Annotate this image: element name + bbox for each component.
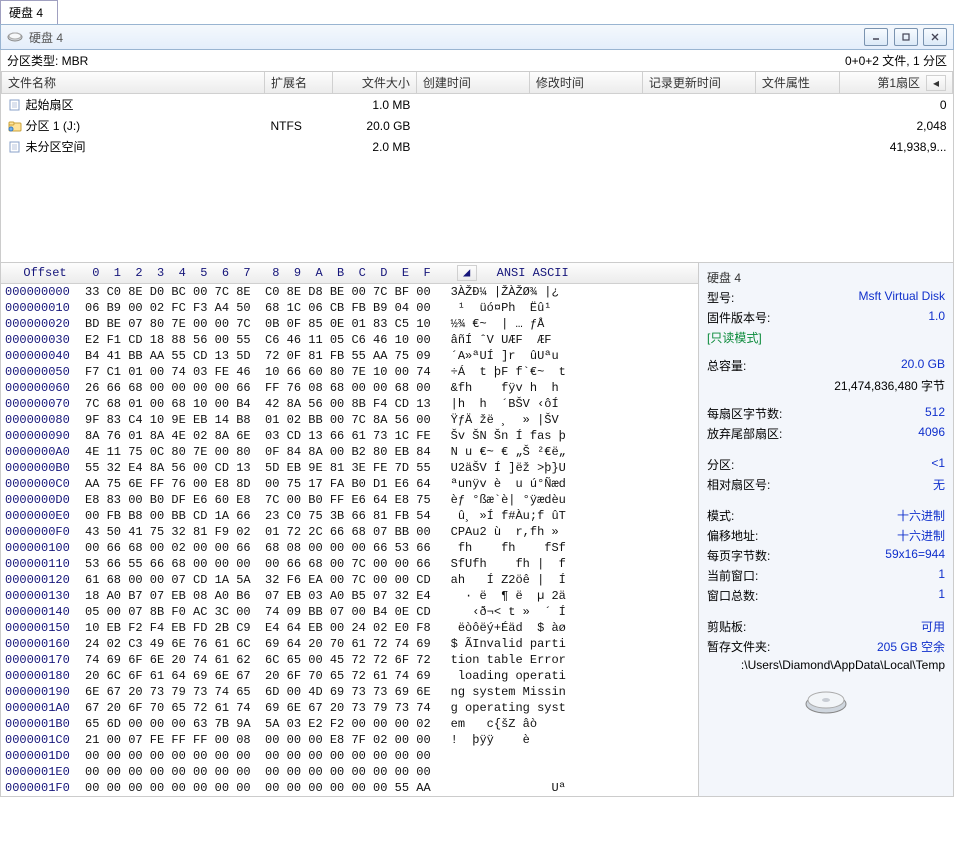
mode-label: 模式: — [707, 507, 734, 524]
col-modified[interactable]: 修改时间 — [529, 72, 642, 94]
relative-sector-value: 无 — [933, 476, 945, 493]
hex-row[interactable]: 0000000A04E 11 75 0C 80 7E 00 80 0F 84 8… — [1, 444, 698, 460]
hex-row[interactable]: 0000001F000 00 00 00 00 00 00 00 00 00 0… — [1, 780, 698, 796]
tail-sectors-label: 放弃尾部扇区: — [707, 425, 782, 442]
table-row[interactable]: 未分区空间2.0 MB41,938,9... — [2, 136, 953, 157]
hex-row[interactable]: 0000000E000 FB B8 00 BB CD 1A 66 23 C0 7… — [1, 508, 698, 524]
hex-row[interactable]: 000000030E2 F1 CD 18 88 56 00 55 C6 46 1… — [1, 332, 698, 348]
tail-sectors-value: 4096 — [918, 425, 945, 442]
offset-addr-label: 偏移地址: — [707, 527, 758, 544]
file-count-label: 0+0+2 文件, 1 分区 — [845, 52, 947, 69]
hex-row[interactable]: 0000000707C 68 01 00 68 10 00 B4 42 8A 5… — [1, 396, 698, 412]
hex-row[interactable]: 00000000033 C0 8E D0 BC 00 7C 8E C0 8E D… — [1, 284, 698, 300]
hex-row[interactable]: 000000020BD BE 07 80 7E 00 00 7C 0B 0F 8… — [1, 316, 698, 332]
hex-row[interactable]: 00000014005 00 07 8B F0 AC 3C 00 74 09 B… — [1, 604, 698, 620]
temp-folder-path: :\Users\Diamond\AppData\Local\Temp — [707, 658, 945, 672]
current-window-label: 当前窗口: — [707, 567, 758, 584]
panel-header: 硬盘 4 — [0, 24, 954, 50]
relative-sector-label: 相对扇区号: — [707, 476, 770, 493]
details-title: 硬盘 4 — [707, 269, 945, 286]
capacity-bytes: 21,474,836,480 字节 — [707, 377, 945, 394]
hex-row[interactable]: 00000010000 66 68 00 02 00 00 66 68 08 0… — [1, 540, 698, 556]
hex-row[interactable]: 00000012061 68 00 00 07 CD 1A 5A 32 F6 E… — [1, 572, 698, 588]
hex-row[interactable]: 0000001A067 20 6F 70 65 72 61 74 69 6E 6… — [1, 700, 698, 716]
minimize-button[interactable] — [864, 28, 888, 46]
hex-row[interactable]: 0000000B055 32 E4 8A 56 00 CD 13 5D EB 9… — [1, 460, 698, 476]
hex-row[interactable]: 0000001B065 6D 00 00 00 63 7B 9A 5A 03 E… — [1, 716, 698, 732]
close-button[interactable] — [923, 28, 947, 46]
hex-row[interactable]: 00000018020 6C 6F 61 64 69 6E 67 20 6F 7… — [1, 668, 698, 684]
partition-label: 分区: — [707, 456, 734, 473]
partition-icon — [8, 120, 22, 132]
total-windows-label: 窗口总数: — [707, 587, 758, 604]
bytes-per-sector-label: 每扇区字节数: — [707, 405, 782, 422]
firmware-label: 固件版本号: — [707, 309, 770, 326]
offset-addr-value: 十六进制 — [897, 527, 945, 544]
sector-icon — [8, 99, 22, 111]
drive-large-icon — [707, 686, 945, 716]
model-label: 型号: — [707, 289, 734, 306]
table-row[interactable]: 分区 1 (J:)NTFS20.0 GB2,048 — [2, 115, 953, 136]
sector-icon — [8, 141, 22, 153]
hex-toggle-icon[interactable]: ◢ — [457, 265, 477, 281]
hex-row[interactable]: 0000000F043 50 41 75 32 81 F9 02 01 72 2… — [1, 524, 698, 540]
hex-row[interactable]: 00000001006 B9 00 02 FC F3 A4 50 68 1C 0… — [1, 300, 698, 316]
col-name[interactable]: 文件名称 — [2, 72, 265, 94]
col-ext[interactable]: 扩展名 — [265, 72, 333, 94]
hex-row[interactable]: 0000001E000 00 00 00 00 00 00 00 00 00 0… — [1, 764, 698, 780]
partition-value: <1 — [931, 456, 945, 473]
mode-value: 十六进制 — [897, 507, 945, 524]
capacity-value: 20.0 GB — [901, 357, 945, 374]
model-value: Msft Virtual Disk — [859, 289, 945, 306]
hex-row[interactable]: 0000000D0E8 83 00 B0 DF E6 60 E8 7C 00 B… — [1, 492, 698, 508]
col-record[interactable]: 记录更新时间 — [642, 72, 755, 94]
details-panel: 硬盘 4 型号: Msft Virtual Disk 固件版本号: 1.0 [只读模… — [698, 263, 953, 796]
hex-row[interactable]: 00000017074 69 6F 6E 20 74 61 62 6C 65 0… — [1, 652, 698, 668]
hex-row[interactable]: 0000000C0AA 75 6E FF 76 00 E8 8D 00 75 1… — [1, 476, 698, 492]
hex-row[interactable]: 0000000908A 76 01 8A 4E 02 8A 6E 03 CD 1… — [1, 428, 698, 444]
info-bar: 分区类型: MBR 0+0+2 文件, 1 分区 — [0, 50, 954, 72]
col-attr[interactable]: 文件属性 — [755, 72, 839, 94]
bytes-per-page-label: 每页字节数: — [707, 547, 770, 564]
hex-row[interactable]: 0000000809F 83 C4 10 9E EB 14 B8 01 02 B… — [1, 412, 698, 428]
hex-row[interactable]: 00000013018 A0 B7 07 EB 08 A0 B6 07 EB 0… — [1, 588, 698, 604]
readonly-badge: [只读模式] — [707, 329, 945, 346]
maximize-button[interactable] — [894, 28, 918, 46]
drive-icon — [7, 31, 23, 43]
col-first-sector[interactable]: 第1扇区◂ — [840, 72, 953, 94]
file-list[interactable]: 文件名称 扩展名 文件大小 创建时间 修改时间 记录更新时间 文件属性 第1扇区… — [0, 72, 954, 263]
current-window-value: 1 — [938, 567, 945, 584]
hex-columns-header: 0 1 2 3 4 5 6 7 8 9 A B C D E F — [85, 265, 431, 281]
col-created[interactable]: 创建时间 — [416, 72, 529, 94]
table-row[interactable]: 起始扇区1.0 MB0 — [2, 94, 953, 116]
hex-editor[interactable]: Offset 0 1 2 3 4 5 6 7 8 9 A B C D E F ◢… — [1, 263, 698, 796]
temp-folder-label: 暂存文件夹: — [707, 638, 770, 655]
hex-row[interactable]: 0000001906E 67 20 73 79 73 74 65 6D 00 4… — [1, 684, 698, 700]
col-size[interactable]: 文件大小 — [332, 72, 416, 94]
temp-folder-value: 205 GB 空余 — [877, 638, 945, 655]
hex-row[interactable]: 000000050F7 C1 01 00 74 03 FE 46 10 66 6… — [1, 364, 698, 380]
hex-row[interactable]: 0000001C021 00 07 FE FF FF 00 08 00 00 0… — [1, 732, 698, 748]
hex-row[interactable]: 000000040B4 41 BB AA 55 CD 13 5D 72 0F 8… — [1, 348, 698, 364]
outer-tab-label: 硬盘 4 — [9, 6, 43, 20]
bytes-per-sector-value: 512 — [925, 405, 945, 422]
first-sector-sort-icon[interactable]: ◂ — [926, 75, 946, 91]
hex-row[interactable]: 00000016024 02 C3 49 6E 76 61 6C 69 64 2… — [1, 636, 698, 652]
panel-title: 硬盘 4 — [29, 29, 63, 46]
partition-type-label: 分区类型: MBR — [7, 52, 88, 69]
clipboard-label: 剪贴板: — [707, 618, 746, 635]
total-windows-value: 1 — [938, 587, 945, 604]
hex-row[interactable]: 0000001D000 00 00 00 00 00 00 00 00 00 0… — [1, 748, 698, 764]
bytes-per-page-value: 59x16=944 — [885, 547, 945, 564]
capacity-label: 总容量: — [707, 357, 746, 374]
hex-ascii-header: ANSI ASCII — [497, 265, 569, 281]
outer-tab[interactable]: 硬盘 4 — [0, 0, 58, 24]
hex-offset-header: Offset — [5, 265, 85, 281]
hex-row[interactable]: 00000015010 EB F2 F4 EB FD 2B C9 E4 64 E… — [1, 620, 698, 636]
clipboard-value: 可用 — [921, 618, 945, 635]
hex-row[interactable]: 00000006026 66 68 00 00 00 00 66 FF 76 0… — [1, 380, 698, 396]
firmware-value: 1.0 — [928, 309, 945, 326]
hex-row[interactable]: 00000011053 66 55 66 68 00 00 00 00 66 6… — [1, 556, 698, 572]
